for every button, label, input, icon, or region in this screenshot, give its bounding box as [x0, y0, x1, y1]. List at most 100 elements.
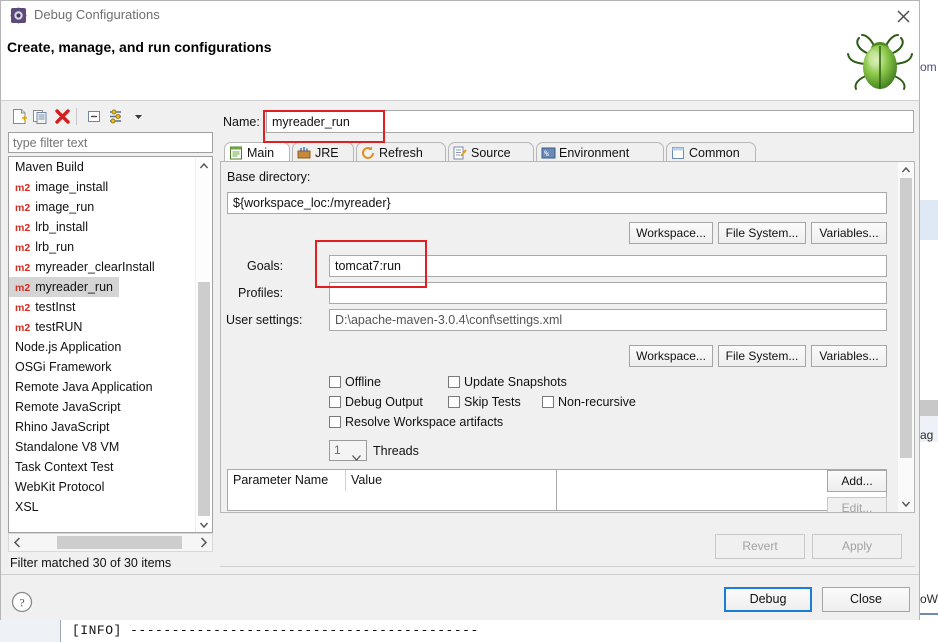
tree-item-testinst[interactable]: m2 testInst	[9, 297, 196, 317]
checkbox-label: Debug Output	[345, 395, 423, 409]
tree-item-label: XSL	[15, 500, 39, 514]
tree-item-webkit-protocol[interactable]: WebKit Protocol	[9, 477, 196, 497]
tab-environment[interactable]: % Environment	[536, 142, 664, 162]
tree-item-remote-javascript[interactable]: Remote JavaScript	[9, 397, 196, 417]
checkbox-box	[448, 376, 460, 388]
tree-horizontal-scrollbar[interactable]	[8, 533, 213, 552]
new-configuration-icon[interactable]	[10, 107, 29, 126]
user-settings-workspace-button[interactable]: Workspace...	[629, 345, 713, 367]
checkbox-resolve-workspace-artifacts[interactable]: Resolve Workspace artifacts	[329, 415, 503, 429]
apply-button[interactable]: Apply	[812, 534, 902, 559]
main-panel-scrollbar[interactable]	[898, 162, 914, 512]
tree-item-image-run[interactable]: m2 image_run	[9, 197, 196, 217]
revert-button[interactable]: Revert	[715, 534, 805, 559]
tree-item-label: image_run	[35, 200, 95, 214]
profiles-field-wrapper[interactable]	[329, 282, 887, 304]
user-settings-variables-button[interactable]: Variables...	[811, 345, 887, 367]
tree-item-maven-build[interactable]: Maven Build	[9, 157, 196, 177]
profiles-input[interactable]	[330, 283, 886, 303]
tree-item-nodejs-application[interactable]: Node.js Application	[9, 337, 196, 357]
tree-scroll-thumb[interactable]	[198, 282, 210, 516]
edit-parameter-button[interactable]: Edit...	[827, 497, 887, 512]
checkbox-skip-tests[interactable]: Skip Tests	[448, 395, 521, 409]
tab-jre[interactable]: JRE	[292, 142, 354, 162]
debug-button[interactable]: Debug	[724, 587, 812, 612]
tree-item-label: Remote Java Application	[15, 380, 153, 394]
m2-badge-icon: m2	[15, 322, 31, 334]
tab-main[interactable]: Main	[224, 142, 290, 162]
tab-refresh[interactable]: Refresh	[356, 142, 446, 162]
checkbox-offline[interactable]: Offline	[329, 375, 381, 389]
search-input[interactable]	[9, 133, 212, 152]
tree-item-standalone-v8-vm[interactable]: Standalone V8 VM	[9, 437, 196, 457]
tree-item-remote-java-application[interactable]: Remote Java Application	[9, 377, 196, 397]
tree-item-label: myreader_run	[35, 280, 114, 294]
tree-vertical-scrollbar[interactable]	[195, 158, 212, 532]
base-dir-workspace-button[interactable]: Workspace...	[629, 222, 713, 244]
tree-item-myreader-run[interactable]: m2 myreader_run	[9, 277, 120, 297]
help-icon[interactable]: ?	[11, 591, 33, 618]
name-input[interactable]	[267, 111, 913, 132]
tree-item-lrb-install[interactable]: m2 lrb_install	[9, 217, 196, 237]
checkbox-non-recursive[interactable]: Non-recursive	[542, 395, 636, 409]
user-settings-field-wrapper[interactable]	[329, 309, 887, 331]
tab-label: Refresh	[379, 146, 423, 160]
configurations-tree[interactable]: Maven Build m2 image_install m2 image_run …	[8, 156, 213, 533]
scroll-up-icon[interactable]	[196, 158, 212, 174]
checkbox-box	[448, 396, 460, 408]
profiles-label: Profiles:	[238, 286, 284, 300]
tree-item-label: testInst	[35, 300, 76, 314]
duplicate-icon[interactable]	[31, 107, 50, 126]
tree-item-label: WebKit Protocol	[15, 480, 105, 494]
column-header-parameter-name[interactable]: Parameter Name	[228, 470, 346, 491]
filter-icon[interactable]	[107, 107, 126, 126]
scroll-down-icon[interactable]	[196, 517, 212, 532]
name-field-wrapper[interactable]	[266, 110, 914, 133]
goals-field-wrapper[interactable]	[329, 255, 887, 277]
tree-hscroll-thumb[interactable]	[57, 536, 182, 549]
parameter-table[interactable]: Parameter Name Value	[227, 469, 557, 511]
delete-icon[interactable]	[53, 107, 72, 126]
threads-dropdown[interactable]: 1	[329, 440, 367, 461]
add-parameter-button[interactable]: Add...	[827, 470, 887, 492]
tab-source[interactable]: Source	[448, 142, 534, 162]
scroll-up-icon[interactable]	[898, 162, 914, 178]
tab-common[interactable]: Common	[666, 142, 756, 162]
dialog-footer: ? Debug Close	[1, 574, 919, 620]
scroll-left-icon[interactable]	[9, 534, 26, 551]
base-dir-filesystem-button[interactable]: File System...	[718, 222, 806, 244]
tree-item-task-context-test[interactable]: Task Context Test	[9, 457, 196, 477]
base-directory-field-wrapper[interactable]	[227, 192, 887, 214]
base-dir-variables-button[interactable]: Variables...	[811, 222, 887, 244]
tree-item-osgi-framework[interactable]: OSGi Framework	[9, 357, 196, 377]
checkbox-update-snapshots[interactable]: Update Snapshots	[448, 375, 567, 389]
tree-item-label: lrb_install	[35, 220, 88, 234]
close-button[interactable]: Close	[822, 587, 910, 612]
m2-badge-icon: m2	[15, 222, 31, 234]
tree-item-myreader-clearinstall[interactable]: m2 myreader_clearInstall	[9, 257, 196, 277]
debug-config-icon	[10, 7, 27, 24]
scroll-right-icon[interactable]	[195, 534, 212, 551]
user-settings-filesystem-button[interactable]: File System...	[718, 345, 806, 367]
tree-item-lrb-run[interactable]: m2 lrb_run	[9, 237, 196, 257]
tree-item-label: Rhino JavaScript	[15, 420, 110, 434]
scroll-down-icon[interactable]	[898, 496, 914, 512]
tree-item-image-install[interactable]: m2 image_install	[9, 177, 196, 197]
tree-item-rhino-javascript[interactable]: Rhino JavaScript	[9, 417, 196, 437]
tree-item-xsl[interactable]: XSL	[9, 497, 196, 517]
chevron-down-icon[interactable]	[129, 107, 148, 126]
common-tab-icon	[671, 146, 686, 160]
tree-item-testrun[interactable]: m2 testRUN	[9, 317, 196, 337]
column-header-value[interactable]: Value	[346, 470, 556, 491]
main-tab-icon	[229, 146, 244, 160]
base-directory-input[interactable]	[228, 193, 886, 213]
collapse-all-icon[interactable]	[85, 107, 104, 126]
goals-input[interactable]	[330, 256, 886, 276]
close-icon[interactable]	[889, 2, 918, 30]
main-scroll-thumb[interactable]	[900, 178, 912, 458]
tree-item-label: Remote JavaScript	[15, 400, 121, 414]
checkbox-debug-output[interactable]: Debug Output	[329, 395, 423, 409]
name-label: Name:	[223, 115, 260, 129]
filter-input-wrapper[interactable]	[8, 132, 213, 153]
user-settings-input[interactable]	[330, 310, 886, 330]
